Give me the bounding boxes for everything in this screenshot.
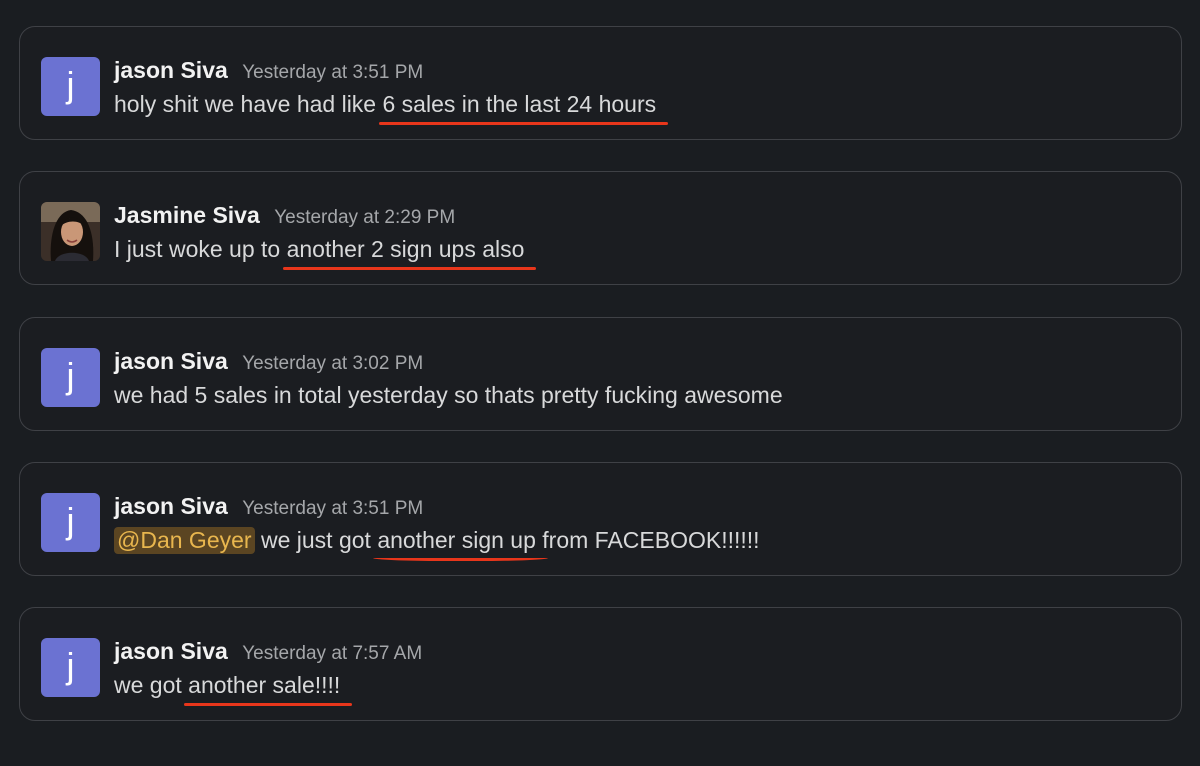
message-text-part: we got [114, 672, 189, 698]
message-feed: j jason Siva Yesterday at 3:51 PM holy s… [0, 0, 1200, 766]
author-name[interactable]: jason Siva [114, 493, 228, 519]
timestamp[interactable]: Yesterday at 7:57 AM [242, 643, 422, 664]
author-name[interactable]: Jasmine Siva [114, 202, 260, 228]
message-text-part: we just got [254, 527, 378, 553]
message-card[interactable]: j jason Siva Yesterday at 7:57 AM we got… [19, 607, 1182, 721]
highlighted-text: 6 sales in the last 24 hours [378, 91, 668, 125]
user-mention[interactable]: @Dan Geyer [114, 527, 255, 554]
message-text: holy shit we have had like 6 sales in th… [114, 91, 668, 125]
message-text: @Dan Geyer we just got another sign up f… [114, 527, 760, 561]
author-name[interactable]: jason Siva [114, 348, 228, 374]
message-header: jason Siva Yesterday at 3:51 PM [114, 493, 423, 520]
avatar[interactable]: j [41, 57, 100, 116]
message-text-part: holy shit we have had like [114, 91, 383, 117]
message-card[interactable]: j jason Siva Yesterday at 3:51 PM holy s… [19, 26, 1182, 140]
message-text-part: from FACEBOOK!!!!!! [535, 527, 760, 553]
message-text-part: we had 5 sales in total yesterday so tha… [114, 382, 783, 408]
profile-photo-icon [41, 202, 100, 261]
timestamp[interactable]: Yesterday at 2:29 PM [274, 207, 455, 228]
message-card[interactable]: j jason Siva Yesterday at 3:02 PM we had… [19, 317, 1182, 431]
message-text-part: I just woke up to [114, 236, 287, 262]
message-text: we had 5 sales in total yesterday so tha… [114, 382, 783, 409]
timestamp[interactable]: Yesterday at 3:02 PM [242, 353, 423, 374]
avatar[interactable]: j [41, 348, 100, 407]
message-text: we got another sale!!!! [114, 672, 353, 706]
message-card[interactable]: Jasmine Siva Yesterday at 2:29 PM I just… [19, 171, 1182, 285]
avatar[interactable]: j [41, 638, 100, 697]
message-header: jason Siva Yesterday at 7:57 AM [114, 638, 422, 665]
highlighted-text: another 2 sign ups also [282, 236, 537, 270]
author-name[interactable]: jason Siva [114, 57, 228, 83]
highlighted-text: another sign up [373, 527, 548, 561]
message-text: I just woke up to another 2 sign ups als… [114, 236, 537, 270]
message-card[interactable]: j jason Siva Yesterday at 3:51 PM @Dan G… [19, 462, 1182, 576]
message-header: Jasmine Siva Yesterday at 2:29 PM [114, 202, 455, 229]
avatar[interactable]: j [41, 493, 100, 552]
highlighted-text: another sale!!!! [184, 672, 353, 706]
author-name[interactable]: jason Siva [114, 638, 228, 664]
timestamp[interactable]: Yesterday at 3:51 PM [242, 498, 423, 519]
timestamp[interactable]: Yesterday at 3:51 PM [242, 62, 423, 83]
avatar[interactable] [41, 202, 100, 261]
message-header: jason Siva Yesterday at 3:51 PM [114, 57, 423, 84]
message-header: jason Siva Yesterday at 3:02 PM [114, 348, 423, 375]
